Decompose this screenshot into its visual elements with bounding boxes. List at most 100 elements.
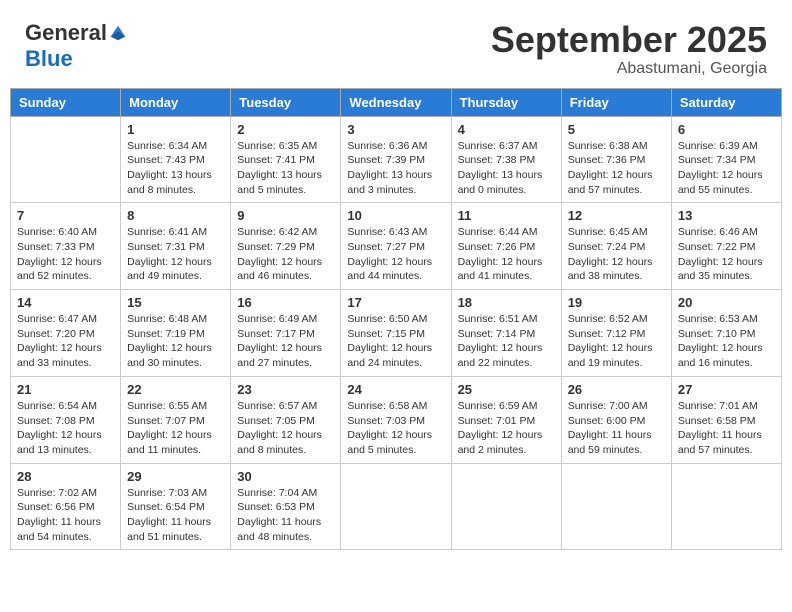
day-number: 6 xyxy=(678,122,775,137)
day-info: Sunrise: 6:54 AMSunset: 7:08 PMDaylight:… xyxy=(17,399,114,458)
day-number: 15 xyxy=(127,295,224,310)
day-number: 20 xyxy=(678,295,775,310)
day-number: 7 xyxy=(17,208,114,223)
calendar-cell xyxy=(11,116,121,203)
day-info: Sunrise: 6:36 AMSunset: 7:39 PMDaylight:… xyxy=(347,139,444,198)
calendar-cell: 5 Sunrise: 6:38 AMSunset: 7:36 PMDaylight… xyxy=(561,116,671,203)
day-number: 14 xyxy=(17,295,114,310)
day-info: Sunrise: 7:02 AMSunset: 6:56 PMDaylight:… xyxy=(17,486,114,545)
logo-icon xyxy=(109,24,127,42)
day-number: 24 xyxy=(347,382,444,397)
day-info: Sunrise: 6:52 AMSunset: 7:12 PMDaylight:… xyxy=(568,312,665,371)
calendar-cell: 23Sunrise: 6:57 AMSunset: 7:05 PMDayligh… xyxy=(231,376,341,463)
day-number: 19 xyxy=(568,295,665,310)
day-info: Sunrise: 6:44 AMSunset: 7:26 PMDaylight:… xyxy=(458,225,555,284)
day-info: Sunrise: 6:45 AMSunset: 7:24 PMDaylight:… xyxy=(568,225,665,284)
logo-blue: Blue xyxy=(25,46,73,72)
calendar-cell: 25Sunrise: 6:59 AMSunset: 7:01 PMDayligh… xyxy=(451,376,561,463)
calendar-week-4: 21 Sunrise: 6:54 AMSunset: 7:08 PMDayligh… xyxy=(11,376,782,463)
day-info: Sunrise: 6:59 AMSunset: 7:01 PMDaylight:… xyxy=(458,399,555,458)
calendar-cell: 15Sunrise: 6:48 AMSunset: 7:19 PMDayligh… xyxy=(121,290,231,377)
calendar-cell: 30 Sunrise: 7:04 AMSunset: 6:53 PMDayligh… xyxy=(231,463,341,550)
day-number: 30 xyxy=(237,469,334,484)
day-info: Sunrise: 7:03 AMSunset: 6:54 PMDaylight:… xyxy=(127,486,224,545)
day-info: Sunrise: 7:01 AMSunset: 6:58 PMDaylight:… xyxy=(678,399,775,458)
weekday-header-monday: Monday xyxy=(121,88,231,116)
day-number: 29 xyxy=(127,469,224,484)
day-info: Sunrise: 7:04 AMSunset: 6:53 PMDaylight:… xyxy=(237,486,334,545)
calendar-cell: 22Sunrise: 6:55 AMSunset: 7:07 PMDayligh… xyxy=(121,376,231,463)
weekday-header-thursday: Thursday xyxy=(451,88,561,116)
calendar-cell: 19 Sunrise: 6:52 AMSunset: 7:12 PMDayligh… xyxy=(561,290,671,377)
day-info: Sunrise: 6:46 AMSunset: 7:22 PMDaylight:… xyxy=(678,225,775,284)
calendar-cell: 7 Sunrise: 6:40 AMSunset: 7:33 PMDaylight… xyxy=(11,203,121,290)
calendar-cell: 28 Sunrise: 7:02 AMSunset: 6:56 PMDayligh… xyxy=(11,463,121,550)
day-number: 18 xyxy=(458,295,555,310)
day-info: Sunrise: 6:39 AMSunset: 7:34 PMDaylight:… xyxy=(678,139,775,198)
day-number: 8 xyxy=(127,208,224,223)
day-number: 3 xyxy=(347,122,444,137)
day-number: 12 xyxy=(568,208,665,223)
calendar-cell xyxy=(451,463,561,550)
weekday-header-row: SundayMondayTuesdayWednesdayThursdayFrid… xyxy=(11,88,782,116)
day-number: 16 xyxy=(237,295,334,310)
day-info: Sunrise: 6:47 AMSunset: 7:20 PMDaylight:… xyxy=(17,312,114,371)
calendar-cell: 24 Sunrise: 6:58 AMSunset: 7:03 PMDayligh… xyxy=(341,376,451,463)
day-number: 4 xyxy=(458,122,555,137)
calendar-cell: 16Sunrise: 6:49 AMSunset: 7:17 PMDayligh… xyxy=(231,290,341,377)
calendar-cell: 2 Sunrise: 6:35 AMSunset: 7:41 PMDaylight… xyxy=(231,116,341,203)
logo-general: General xyxy=(25,20,107,46)
title-area: September 2025 Abastumani, Georgia xyxy=(491,20,767,78)
day-info: Sunrise: 6:42 AMSunset: 7:29 PMDaylight:… xyxy=(237,225,334,284)
calendar-cell: 12 Sunrise: 6:45 AMSunset: 7:24 PMDayligh… xyxy=(561,203,671,290)
calendar-cell: 21 Sunrise: 6:54 AMSunset: 7:08 PMDayligh… xyxy=(11,376,121,463)
day-info: Sunrise: 6:40 AMSunset: 7:33 PMDaylight:… xyxy=(17,225,114,284)
day-info: Sunrise: 6:55 AMSunset: 7:07 PMDaylight:… xyxy=(127,399,224,458)
page-header: General Blue September 2025 Abastumani, … xyxy=(10,10,782,83)
calendar-cell xyxy=(561,463,671,550)
weekday-header-tuesday: Tuesday xyxy=(231,88,341,116)
logo: General Blue xyxy=(25,20,127,72)
calendar-cell: 1 Sunrise: 6:34 AMSunset: 7:43 PMDaylight… xyxy=(121,116,231,203)
weekday-header-wednesday: Wednesday xyxy=(341,88,451,116)
calendar-cell: 27Sunrise: 7:01 AMSunset: 6:58 PMDayligh… xyxy=(671,376,781,463)
calendar-cell: 6 Sunrise: 6:39 AMSunset: 7:34 PMDaylight… xyxy=(671,116,781,203)
calendar-week-5: 28 Sunrise: 7:02 AMSunset: 6:56 PMDayligh… xyxy=(11,463,782,550)
day-number: 10 xyxy=(347,208,444,223)
day-info: Sunrise: 6:43 AMSunset: 7:27 PMDaylight:… xyxy=(347,225,444,284)
day-info: Sunrise: 6:35 AMSunset: 7:41 PMDaylight:… xyxy=(237,139,334,198)
calendar-cell: 10 Sunrise: 6:43 AMSunset: 7:27 PMDayligh… xyxy=(341,203,451,290)
location: Abastumani, Georgia xyxy=(491,60,767,78)
day-number: 11 xyxy=(458,208,555,223)
calendar-cell: 13 Sunrise: 6:46 AMSunset: 7:22 PMDayligh… xyxy=(671,203,781,290)
weekday-header-sunday: Sunday xyxy=(11,88,121,116)
day-number: 5 xyxy=(568,122,665,137)
calendar-cell: 11 Sunrise: 6:44 AMSunset: 7:26 PMDayligh… xyxy=(451,203,561,290)
day-info: Sunrise: 7:00 AMSunset: 6:00 PMDaylight:… xyxy=(568,399,665,458)
calendar-cell: 3 Sunrise: 6:36 AMSunset: 7:39 PMDaylight… xyxy=(341,116,451,203)
calendar-cell: 26Sunrise: 7:00 AMSunset: 6:00 PMDayligh… xyxy=(561,376,671,463)
day-number: 2 xyxy=(237,122,334,137)
day-info: Sunrise: 6:38 AMSunset: 7:36 PMDaylight:… xyxy=(568,139,665,198)
month-title: September 2025 xyxy=(491,20,767,60)
weekday-header-saturday: Saturday xyxy=(671,88,781,116)
day-number: 23 xyxy=(237,382,334,397)
calendar-cell: 17Sunrise: 6:50 AMSunset: 7:15 PMDayligh… xyxy=(341,290,451,377)
day-info: Sunrise: 6:41 AMSunset: 7:31 PMDaylight:… xyxy=(127,225,224,284)
calendar-cell xyxy=(671,463,781,550)
day-info: Sunrise: 6:58 AMSunset: 7:03 PMDaylight:… xyxy=(347,399,444,458)
day-number: 1 xyxy=(127,122,224,137)
calendar-cell: 20Sunrise: 6:53 AMSunset: 7:10 PMDayligh… xyxy=(671,290,781,377)
calendar-cell: 18 Sunrise: 6:51 AMSunset: 7:14 PMDayligh… xyxy=(451,290,561,377)
day-number: 13 xyxy=(678,208,775,223)
day-info: Sunrise: 6:34 AMSunset: 7:43 PMDaylight:… xyxy=(127,139,224,198)
calendar-cell: 4Sunrise: 6:37 AMSunset: 7:38 PMDaylight… xyxy=(451,116,561,203)
day-number: 9 xyxy=(237,208,334,223)
day-number: 21 xyxy=(17,382,114,397)
day-info: Sunrise: 6:51 AMSunset: 7:14 PMDaylight:… xyxy=(458,312,555,371)
calendar-cell: 29 Sunrise: 7:03 AMSunset: 6:54 PMDayligh… xyxy=(121,463,231,550)
day-info: Sunrise: 6:50 AMSunset: 7:15 PMDaylight:… xyxy=(347,312,444,371)
day-number: 28 xyxy=(17,469,114,484)
calendar-cell: 8 Sunrise: 6:41 AMSunset: 7:31 PMDaylight… xyxy=(121,203,231,290)
calendar-cell: 9 Sunrise: 6:42 AMSunset: 7:29 PMDaylight… xyxy=(231,203,341,290)
